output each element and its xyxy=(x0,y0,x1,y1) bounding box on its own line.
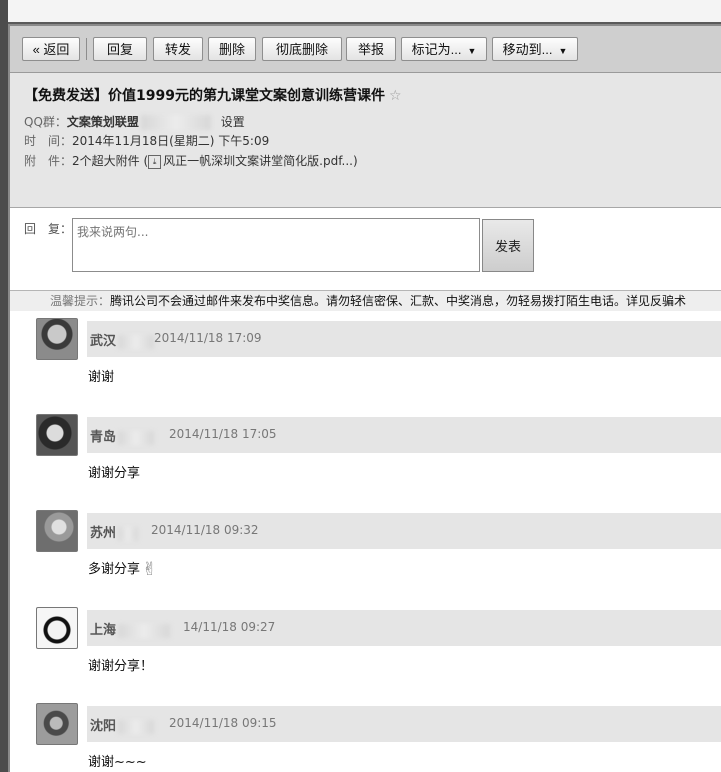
mail-toolbar: « 返回 回复 转发 删除 彻底删除 举报 标记为... ▼ 移动到... ▼ xyxy=(10,26,721,73)
forward-button[interactable]: 转发 xyxy=(153,37,203,61)
author-name: 沈阳 xyxy=(90,719,117,734)
avatar[interactable] xyxy=(36,607,78,649)
delete-forever-button[interactable]: 彻底删除 xyxy=(262,37,342,61)
avatar[interactable] xyxy=(36,414,78,456)
comment-text: 谢谢~~~ xyxy=(88,755,147,770)
group-settings-link[interactable]: 设置 xyxy=(221,115,245,129)
comment-body: 多谢分享 xyxy=(88,562,141,577)
move-to-label: 移动到... xyxy=(502,42,553,57)
comment-text: 谢谢分享！ xyxy=(88,659,154,674)
redacted-blur xyxy=(140,115,211,130)
author-name: 苏州 xyxy=(90,526,117,541)
comment-date: 2014/11/18 09:32 xyxy=(151,523,259,537)
comment-author[interactable]: 青岛 xyxy=(90,426,156,445)
time-row: 时 间：2014年11月18日(星期二) 下午5:09 xyxy=(24,132,269,149)
mail-header: 【免费发送】价值1999元的第九课堂文案创意训练营课件 ☆ QQ群：文案策划联盟 … xyxy=(10,73,721,208)
attachment-row: 附 件：2个超大附件 (⤓ 风正一帆深圳文案讲堂简化版.pdf...) xyxy=(24,152,358,169)
notice-bar: 温馨提示：腾讯公司不会通过邮件来发布中奖信息。请勿轻信密保、汇款、中奖消息，勿轻… xyxy=(10,291,721,311)
comment-author[interactable]: 上海 xyxy=(90,619,172,638)
reply-button[interactable]: 回复 xyxy=(93,37,147,61)
back-button[interactable]: « 返回 xyxy=(22,37,80,61)
comment-author[interactable]: 沈阳 xyxy=(90,715,156,734)
chevron-down-icon: ▼ xyxy=(467,46,477,56)
group-name[interactable]: 文案策划联盟 xyxy=(67,115,139,129)
notice-body: 腾讯公司不会通过邮件来发布中奖信息。请勿轻信密保、汇款、中奖消息，勿轻易拨打陌生… xyxy=(110,294,687,308)
comment-author[interactable]: 武汉 xyxy=(90,330,156,349)
comment-author[interactable]: 苏州 xyxy=(90,522,140,541)
redacted-blur xyxy=(118,430,155,445)
group-label: QQ群： xyxy=(24,115,67,129)
comment-header: 武汉 2014/11/18 17:09 xyxy=(87,321,721,357)
comment-item: 苏州 2014/11/18 09:32 多谢分享 ✌ xyxy=(10,510,721,606)
star-icon[interactable]: ☆ xyxy=(389,88,402,104)
comment-header: 苏州 2014/11/18 09:32 xyxy=(87,513,721,549)
comment-item: 青岛 2014/11/18 17:05 谢谢分享 xyxy=(10,414,721,510)
author-name: 青岛 xyxy=(90,430,117,445)
pray-emoji-icon: ✌ xyxy=(142,559,158,580)
comment-item: 沈阳 2014/11/18 09:15 谢谢~~~ xyxy=(10,703,721,772)
chevron-down-icon: ▼ xyxy=(558,46,568,56)
mark-as-label: 标记为... xyxy=(411,42,462,57)
comment-date: 2014/11/18 17:09 xyxy=(154,331,262,345)
group-row: QQ群：文案策划联盟 设置 xyxy=(24,113,245,130)
redacted-blur xyxy=(118,526,139,541)
quick-reply-area: 回 复： 发表 xyxy=(10,208,721,291)
report-button[interactable]: 举报 xyxy=(346,37,396,61)
notice-text: 温馨提示：腾讯公司不会通过邮件来发布中奖信息。请勿轻信密保、汇款、中奖消息，勿轻… xyxy=(50,291,686,311)
comment-text: 多谢分享 ✌ xyxy=(88,558,157,580)
redacted-blur xyxy=(118,623,171,638)
comment-header: 青岛 2014/11/18 17:05 xyxy=(87,417,721,453)
notice-label: 温馨提示： xyxy=(50,294,111,308)
browser-top-strip xyxy=(0,0,721,22)
attachment-label: 附 件： xyxy=(24,154,73,168)
comment-header: 上海 14/11/18 09:27 xyxy=(87,610,721,646)
avatar[interactable] xyxy=(36,703,78,745)
avatar[interactable] xyxy=(36,510,78,552)
toolbar-separator xyxy=(86,38,87,60)
move-to-dropdown[interactable]: 移动到... ▼ xyxy=(492,37,578,61)
comment-item: 武汉 2014/11/18 17:09 谢谢 xyxy=(10,318,721,414)
comment-text: 谢谢分享 xyxy=(88,466,141,481)
reply-label: 回 复： xyxy=(24,222,73,236)
comment-date: 2014/11/18 17:05 xyxy=(169,427,277,441)
author-name: 武汉 xyxy=(90,334,117,349)
subject-text: 【免费发送】价值1999元的第九课堂文案创意训练营课件 xyxy=(24,88,385,104)
pdf-icon: ⤓ xyxy=(148,154,162,169)
comment-text: 谢谢 xyxy=(88,370,115,385)
left-frame xyxy=(0,0,8,772)
mail-window: « 返回 回复 转发 删除 彻底删除 举报 标记为... ▼ 移动到... ▼ 【免… xyxy=(8,24,721,772)
attachment-link[interactable]: 风正一帆深圳文案讲堂简化版.pdf...) xyxy=(163,154,358,168)
mark-as-dropdown[interactable]: 标记为... ▼ xyxy=(401,37,487,61)
comment-item: 上海 14/11/18 09:27 谢谢分享！ xyxy=(10,607,721,703)
time-value: 2014年11月18日(星期二) 下午5:09 xyxy=(72,134,270,148)
comment-header: 沈阳 2014/11/18 09:15 xyxy=(87,706,721,742)
send-button[interactable]: 发表 xyxy=(482,219,534,272)
redacted-blur xyxy=(118,334,155,349)
time-label: 时 间： xyxy=(24,134,73,148)
redacted-blur xyxy=(118,719,155,734)
avatar[interactable] xyxy=(36,318,78,360)
comment-date: 14/11/18 09:27 xyxy=(183,620,276,634)
reply-input[interactable] xyxy=(72,218,480,272)
comment-date: 2014/11/18 09:15 xyxy=(169,716,277,730)
delete-button[interactable]: 删除 xyxy=(208,37,256,61)
attachment-count: 2个超大附件 ( xyxy=(72,154,149,168)
mail-subject: 【免费发送】价值1999元的第九课堂文案创意训练营课件 ☆ xyxy=(24,85,402,105)
author-name: 上海 xyxy=(90,623,117,638)
